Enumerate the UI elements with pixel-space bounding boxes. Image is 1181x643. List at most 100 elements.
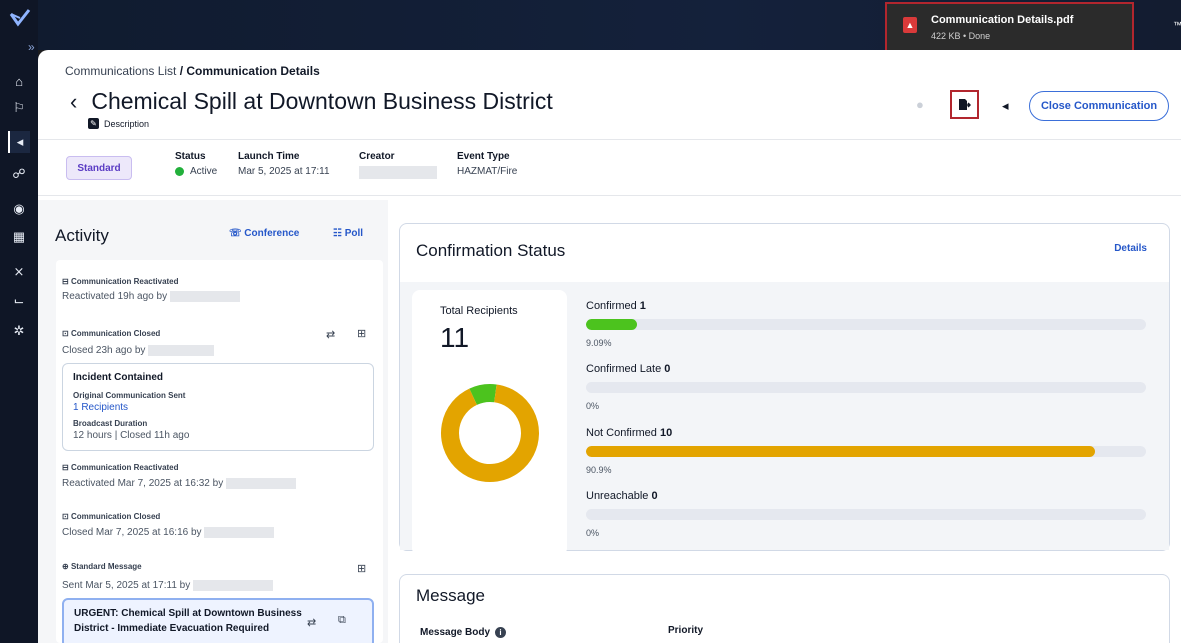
confirmation-status-panel: Confirmation Status Details Total Recipi… (399, 223, 1170, 556)
status-field: Status Active (175, 151, 217, 177)
total-recipients-label: Total Recipients (440, 305, 518, 317)
confirmation-bar-row: Not Confirmed 10 90.9% (586, 427, 1162, 475)
confirmation-bar-row: Confirmed 1 9.09% (586, 300, 1162, 348)
progress-fill (586, 446, 1096, 457)
activity-entry-sub: Sent Mar 5, 2025 at 17:11 by (62, 580, 274, 591)
repeat-icon[interactable]: ⇄ (307, 616, 316, 629)
progress-track (586, 509, 1146, 520)
card-recipients-link[interactable]: 1 Recipients (73, 402, 128, 413)
add-comment-icon[interactable]: ⊞ (357, 562, 366, 575)
activity-list[interactable]: ⊟ Communication Reactivated Reactivated … (56, 260, 383, 643)
people-icon[interactable]: ☍ (8, 163, 30, 185)
launch-time-field: Launch Time Mar 5, 2025 at 17:11 (238, 151, 330, 177)
progress-fill (586, 319, 637, 330)
progress-track (586, 382, 1146, 393)
confirmation-bar-row: Unreachable 0 0% (586, 490, 1162, 538)
activity-title: Activity (55, 226, 109, 245)
message-body-label: Message Body i (420, 627, 507, 638)
export-icon (959, 99, 971, 110)
download-popup[interactable]: ▲ Communication Details.pdf 422 KB • Don… (885, 2, 1134, 54)
message-panel: Message Message Body i Priority (399, 574, 1170, 643)
poll-button[interactable]: ☷ Poll (333, 228, 363, 239)
chat-icon[interactable]: ● (916, 97, 924, 112)
location-icon[interactable]: ◉ (8, 198, 30, 220)
activity-card-incident[interactable]: Incident Contained Original Communicatio… (62, 363, 374, 451)
priority-label: Priority (668, 625, 704, 636)
pdf-file-icon: ▲ (903, 17, 917, 33)
header-divider (38, 139, 1181, 140)
card-duration-label: Broadcast Duration (73, 419, 148, 428)
repeat-icon[interactable]: ⇄ (326, 328, 335, 341)
activity-card-message[interactable]: URGENT: Chemical Spill at Downtown Busin… (62, 598, 374, 643)
details-link[interactable]: Details (1114, 243, 1147, 254)
home-icon[interactable]: ⌂ (8, 70, 30, 92)
poll-label: Poll (344, 228, 364, 239)
event-type-value: HAZMAT/Fire (457, 166, 518, 177)
info-icon[interactable]: i (495, 627, 507, 638)
poll-icon: ☷ (333, 228, 342, 239)
activity-entry-head: ⊟ Communication Reactivated (62, 463, 179, 472)
active-status-dot (175, 167, 184, 176)
gear-icon[interactable]: ✲ (8, 320, 30, 342)
export-pdf-button[interactable] (950, 90, 979, 119)
card-orig-label: Original Communication Sent (73, 391, 186, 400)
confirmation-title: Confirmation Status (416, 241, 566, 260)
bar-percent: 9.09% (586, 338, 612, 348)
creator-label: Creator (359, 151, 395, 162)
user-redacted (204, 527, 275, 538)
calendar-icon[interactable]: ▦ (8, 226, 30, 248)
megaphone-icon[interactable]: ◂ (8, 131, 30, 153)
download-filename[interactable]: Communication Details.pdf (931, 14, 1073, 26)
conference-button[interactable]: ☏ Conference (229, 228, 299, 239)
event-type-label: Event Type (457, 151, 510, 162)
copy-icon[interactable]: ⧉ (338, 614, 346, 627)
back-chevron-icon[interactable]: ‹ (70, 89, 77, 115)
status-label: Status (175, 151, 206, 162)
trademark-text: ™ (1173, 20, 1181, 30)
activity-entry-sub: Closed 23h ago by (62, 345, 215, 356)
bar-label: Unreachable 0 (586, 490, 658, 502)
chart-icon[interactable]: ⌙ (8, 290, 30, 312)
bar-label: Not Confirmed 10 (586, 427, 673, 439)
launch-time-label: Launch Time (238, 151, 300, 162)
conference-label: Conference (244, 228, 300, 239)
activity-entry-head: ⊟ Communication Reactivated (62, 277, 179, 286)
closed-icon: ⊡ (62, 329, 69, 338)
description-label: Description (104, 118, 150, 129)
status-value: Active (190, 166, 218, 177)
reactivate-icon: ⊟ (62, 277, 69, 286)
megaphone-icon[interactable]: ◂ (1002, 98, 1009, 114)
event-type-field: Event Type HAZMAT/Fire (457, 151, 517, 177)
logo-icon (9, 9, 31, 27)
map-icon[interactable]: ⚐ (8, 97, 30, 119)
card-duration-value: 12 hours | Closed 11h ago (73, 430, 190, 441)
download-meta: 422 KB • Done (931, 31, 991, 41)
activity-entry-head: ⊡ Communication Closed (62, 329, 161, 338)
expand-sidebar-icon[interactable]: » (28, 40, 35, 54)
add-comment-icon[interactable]: ⊞ (357, 327, 366, 340)
main-content: Communications List / Communication Deta… (38, 50, 1181, 643)
bar-percent: 0% (586, 528, 600, 538)
bar-label: Confirmed 1 (586, 300, 646, 312)
breadcrumb-parent-link[interactable]: Communications List (65, 64, 176, 78)
close-communication-button[interactable]: Close Communication (1029, 91, 1169, 121)
donut-slice-confirmed (469, 384, 497, 406)
tools-icon[interactable]: ⨯ (8, 261, 30, 283)
closed-icon: ⊡ (62, 512, 69, 521)
type-badge: Standard (66, 156, 132, 180)
title-row: ‹ Chemical Spill at Downtown Business Di… (70, 88, 553, 115)
bar-count: 10 (659, 427, 673, 439)
total-recipients-card: Total Recipients 11 (412, 290, 567, 556)
progress-track (586, 446, 1146, 457)
user-redacted (169, 291, 240, 302)
user-redacted (226, 478, 296, 489)
confirmation-bars: Confirmed 1 9.09% Confirmed Late 0 0% Not Co… (586, 290, 1162, 556)
bar-percent: 0% (586, 401, 600, 411)
bar-count: 0 (651, 490, 658, 502)
activity-entry-sub: Closed Mar 7, 2025 at 16:16 by (62, 527, 275, 538)
bar-label: Confirmed Late 0 (586, 363, 671, 375)
bar-count: 0 (664, 363, 671, 375)
bar-count: 1 (639, 300, 646, 312)
reactivate-icon: ⊟ (62, 463, 69, 472)
description-toggle[interactable]: ✎ Description (88, 118, 149, 129)
